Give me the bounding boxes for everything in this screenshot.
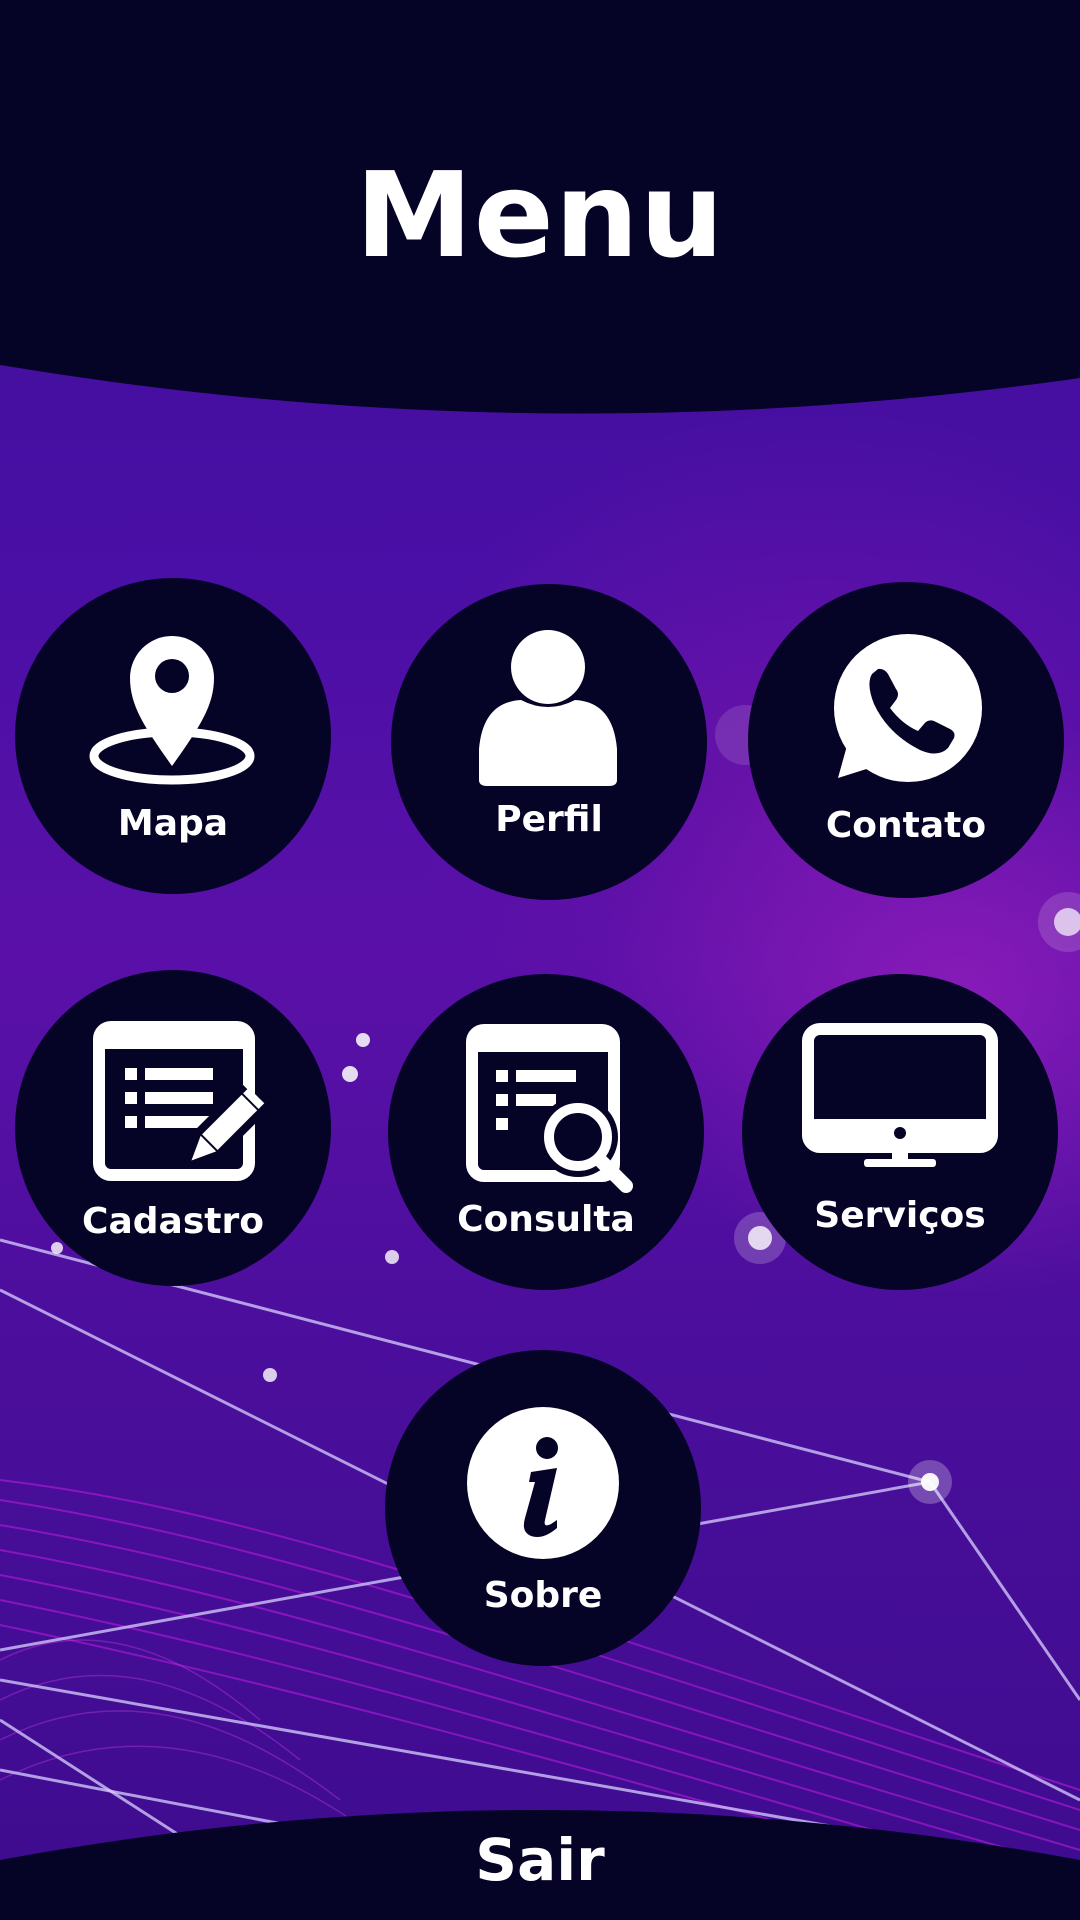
menu-item-label: Cadastro (82, 1201, 264, 1242)
menu-item-label: Consulta (457, 1199, 635, 1240)
exit-button[interactable]: Sair (0, 1828, 1080, 1892)
menu-item-cadastro[interactable]: Cadastro (15, 970, 331, 1286)
menu-item-label: Perfil (495, 799, 603, 840)
menu-item-label: Mapa (117, 803, 229, 844)
menu-item-label: Contato (825, 805, 987, 846)
menu-item-consulta[interactable]: Consulta (388, 974, 704, 1290)
menu-item-servicos[interactable]: Serviços (742, 974, 1058, 1290)
menu-item-sobre[interactable]: Sobre (385, 1350, 701, 1666)
menu-item-label: Serviços (814, 1195, 986, 1236)
user-icon (479, 630, 617, 786)
info-icon (467, 1407, 619, 1559)
whatsapp-phone-icon (834, 634, 982, 782)
monitor-icon (802, 1023, 998, 1167)
menu-item-mapa[interactable]: Mapa (15, 578, 331, 894)
menu-item-label: Sobre (483, 1575, 603, 1616)
menu-item-contato[interactable]: Contato (748, 582, 1064, 898)
menu-item-perfil[interactable]: Perfil (391, 584, 707, 900)
page-title: Menu (355, 146, 725, 284)
form-search-icon (466, 1024, 633, 1193)
map-pin-icon (89, 636, 255, 785)
